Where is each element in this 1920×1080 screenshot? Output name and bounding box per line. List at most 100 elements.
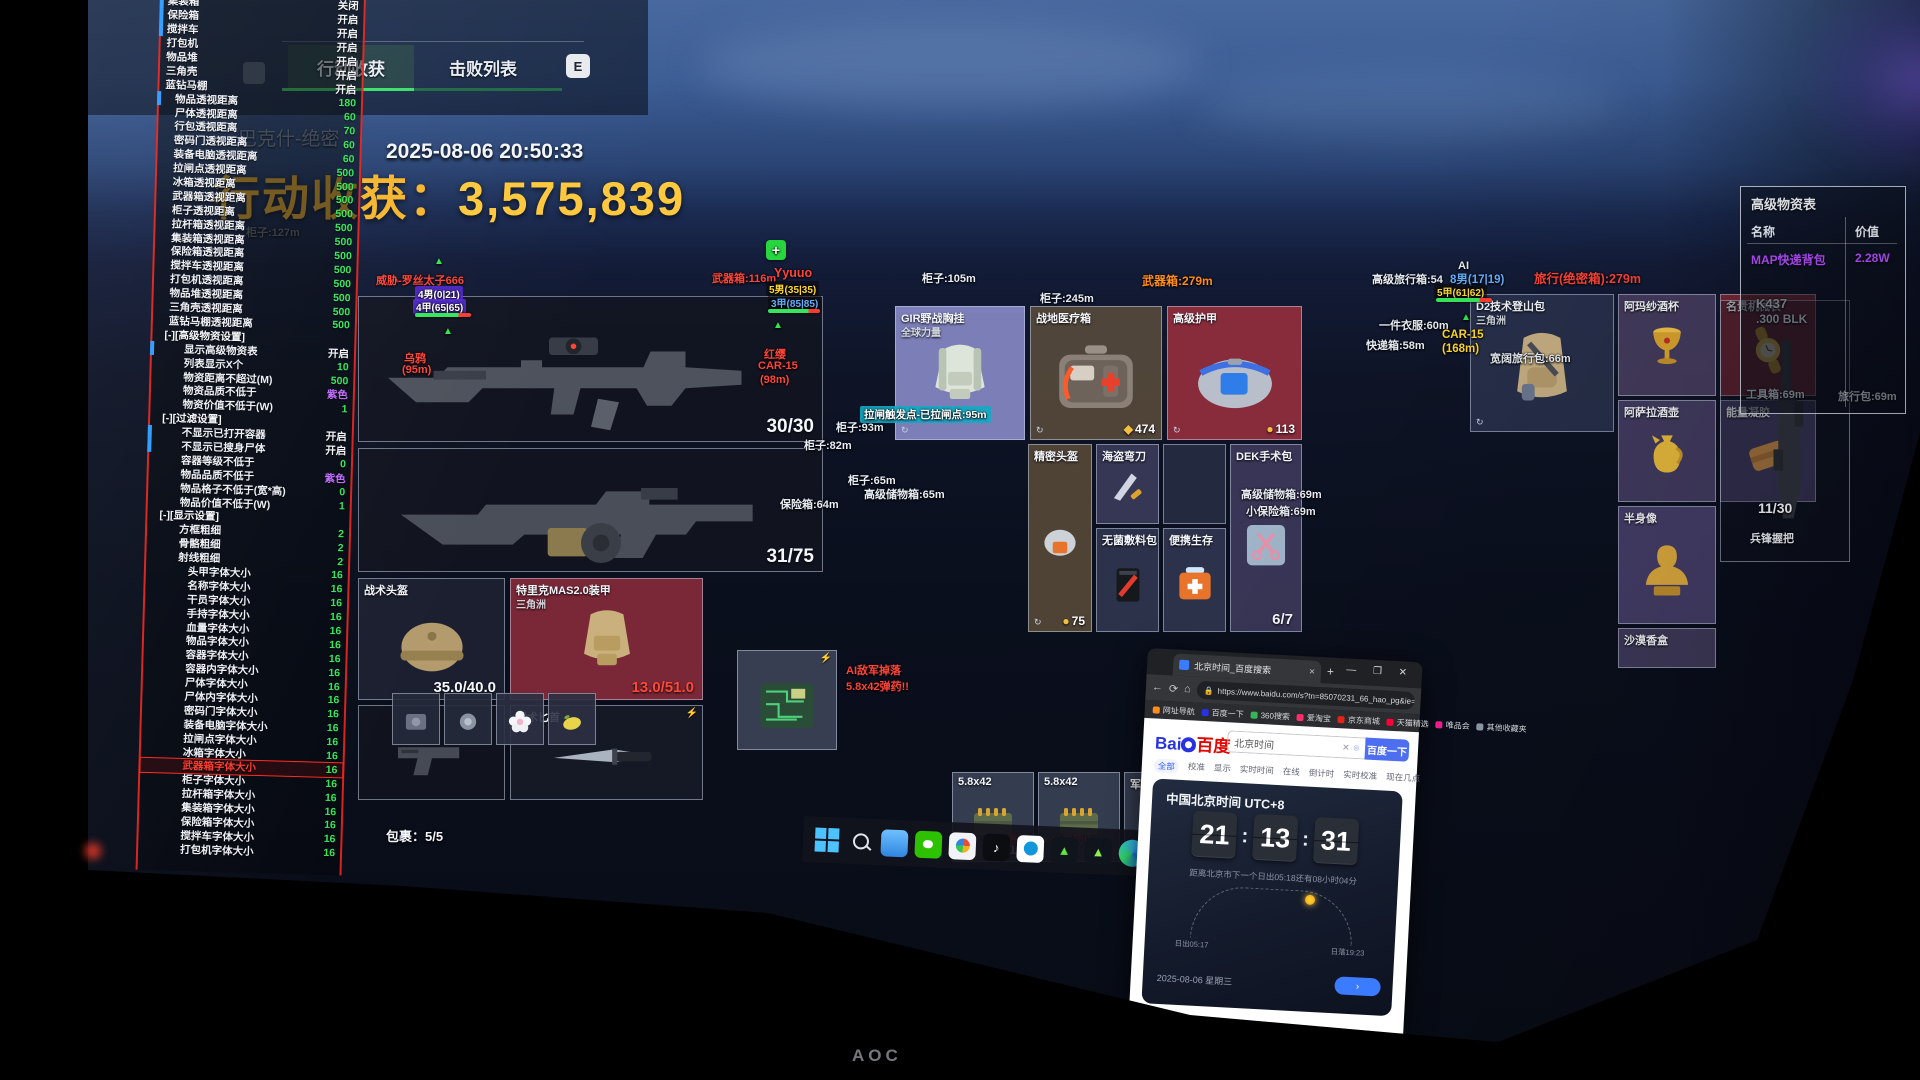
loot-tile[interactable]: 海盗弯刀 <box>1096 444 1159 524</box>
start-icon[interactable] <box>812 826 840 854</box>
cheat-row-label: 打包机字体大小 <box>180 842 254 859</box>
key-hint-e: E <box>566 54 590 78</box>
loot-tile[interactable]: 无菌敷料包 <box>1096 528 1159 632</box>
clear-icon[interactable]: ✕ <box>1342 742 1350 753</box>
home-button[interactable]: ⌂ <box>1184 683 1191 695</box>
esp-label: AI敌军掉落 <box>846 662 901 678</box>
baidu-search-button[interactable]: 百度一下 <box>1364 738 1409 762</box>
bookmark-item[interactable]: 360搜索 <box>1250 709 1290 722</box>
qq-icon[interactable] <box>1016 834 1044 862</box>
price-panel-divider <box>1845 217 1846 407</box>
tiktok-icon[interactable]: ♪ <box>982 833 1010 861</box>
loot-tile[interactable] <box>548 693 596 745</box>
filter-link[interactable]: 实时时间 <box>1239 763 1274 779</box>
tile-label: 无菌敷料包 <box>1102 532 1157 548</box>
cheat-menu[interactable]: 集装箱关闭保险箱开启搅拌车开启打包机开启物品堆开启三角壳开启蓝钻马棚开启物品透视… <box>136 0 366 875</box>
loot-tile[interactable]: ⚡ <box>737 650 837 750</box>
bookmark-label: 百度一下 <box>1211 707 1244 720</box>
bookmark-item[interactable]: 网址导航 <box>1153 704 1196 717</box>
boost2-icon[interactable]: ▲ <box>1084 837 1112 865</box>
flip-clock: 21:13:31 <box>1149 808 1401 867</box>
loot-tile[interactable]: 高级护甲●113↻ <box>1167 306 1302 440</box>
price-col-value: 价值 <box>1855 223 1879 240</box>
tile-label: 阿玛纱酒杯 <box>1624 298 1679 314</box>
loot-tile[interactable]: 便携生存 <box>1163 528 1226 632</box>
esp-label: CAR-15 <box>758 360 798 372</box>
loot-tile[interactable] <box>496 693 544 745</box>
tile-label: 沙漠香盒 <box>1624 632 1668 648</box>
tile-value: 13.0/51.0 <box>631 679 694 696</box>
loot-tile[interactable]: 半身像 <box>1618 506 1716 624</box>
search-input[interactable]: 北京时间 ✕ ⌾ <box>1227 730 1366 759</box>
loot-tile[interactable]: 阿萨拉酒壶 <box>1618 400 1716 502</box>
esp-label: 柜子:105m <box>922 270 976 286</box>
loot-tile[interactable]: 战地医疗箱◆474↻ <box>1030 306 1162 440</box>
cheat-row-value: 16 <box>324 819 336 831</box>
loot-tile[interactable]: 阿玛纱酒杯 <box>1618 294 1716 396</box>
cheat-row-value: 16 <box>327 708 339 720</box>
new-tab-button[interactable]: + <box>1327 664 1335 678</box>
esp-label: (168m) <box>1442 343 1479 355</box>
tile-value: 31/75 <box>766 546 814 568</box>
filter-link[interactable]: 校准 <box>1187 760 1205 775</box>
filter-link[interactable]: 倒计时 <box>1308 767 1334 782</box>
loot-tile[interactable] <box>444 693 492 745</box>
loot-tile[interactable]: 战术头盔35.0/40.0 <box>358 578 505 700</box>
loot-tile[interactable]: 沙漠香盒 <box>1618 628 1716 668</box>
bookmark-item[interactable]: 百度一下 <box>1201 706 1244 719</box>
tile-corner-icon: ↻ <box>1173 425 1181 436</box>
esp-label: 保险箱:64m <box>780 496 839 512</box>
tab-kill-list[interactable]: 击败列表 <box>418 45 548 89</box>
camera-icon[interactable]: ⌾ <box>1353 742 1359 753</box>
cheat-row-value: 180 <box>338 97 356 109</box>
cheat-row-value: 2 <box>338 528 344 540</box>
helmet-icon <box>387 606 477 684</box>
filter-link[interactable]: 显示 <box>1213 762 1231 777</box>
clock-digit-card: 13 <box>1252 814 1298 862</box>
helmet2-icon <box>1034 513 1086 573</box>
filter-link[interactable]: 实时校准 <box>1343 768 1378 784</box>
cheat-row-value: 500 <box>334 264 352 276</box>
bookmark-item[interactable]: 唯品会 <box>1435 719 1470 732</box>
loot-tile[interactable]: 精密头盔●75↻ <box>1028 444 1092 632</box>
bookmark-item[interactable]: 爱淘宝 <box>1297 711 1332 724</box>
bookmark-favicon <box>1153 706 1160 713</box>
price-row-name: MAP快递背包 <box>1751 251 1826 268</box>
rifle1-icon <box>381 323 801 433</box>
loot-tile[interactable]: 31/75 <box>358 448 823 572</box>
direction-arrow-icon: ▲ <box>434 256 444 267</box>
tab-close-icon[interactable]: × <box>1309 666 1315 677</box>
cheat-row-value: 2 <box>337 556 343 568</box>
back-button[interactable]: ← <box>1152 681 1164 694</box>
loot-tile[interactable]: 特里克MAS2.0装甲三角洲13.0/51.0 <box>510 578 703 700</box>
browser-window[interactable]: 北京时间_百度搜索 × + — ❐ ✕ ← ⟳ ⌂ 🔒 https://www.… <box>1129 648 1423 1034</box>
loot-tile[interactable]: DEK手术包6/7 <box>1230 444 1302 632</box>
tile-label: 战地医疗箱 <box>1036 310 1091 326</box>
lightning-icon: ⚡ <box>820 653 832 664</box>
bookmark-item[interactable]: 其他收藏夹 <box>1476 721 1527 735</box>
lmg-icon <box>381 468 801 568</box>
search-icon[interactable] <box>846 827 874 855</box>
wechat-icon[interactable] <box>914 830 942 858</box>
bookmark-favicon <box>1250 711 1257 718</box>
boost-icon[interactable]: ▲ <box>1050 836 1078 864</box>
tile-label: 精密头盔 <box>1034 448 1078 464</box>
bookmark-label: 唯品会 <box>1445 719 1470 731</box>
filter-link[interactable]: 全部 <box>1153 758 1179 773</box>
photos-icon[interactable] <box>948 832 976 860</box>
filter-link[interactable]: 现在几点 <box>1386 771 1421 787</box>
bookmark-item[interactable]: 京东商城 <box>1338 714 1381 727</box>
window-controls[interactable]: — ❐ ✕ <box>1346 664 1414 679</box>
bookmark-item[interactable]: 天猫精选 <box>1387 716 1430 729</box>
esp-label: 快递箱:58m <box>1366 337 1425 353</box>
folder-icon[interactable] <box>880 829 908 857</box>
loot-tile[interactable] <box>1163 444 1226 524</box>
esp-label: 高级储物箱:69m <box>1241 486 1322 502</box>
card-action-button[interactable]: › <box>1334 976 1381 996</box>
cheat-row-value: 10 <box>337 361 349 373</box>
cheat-row-value: 16 <box>325 792 337 804</box>
reload-button[interactable]: ⟳ <box>1169 682 1179 695</box>
filter-link[interactable]: 在线 <box>1282 765 1300 780</box>
loot-tile[interactable] <box>392 693 440 745</box>
cheat-row-value: 500 <box>334 250 352 262</box>
